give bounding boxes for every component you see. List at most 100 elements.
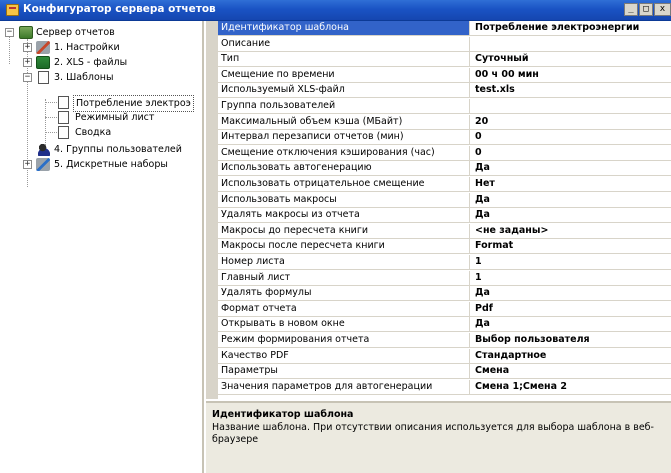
document-icon	[58, 96, 69, 109]
property-value[interactable]: Format	[472, 239, 671, 253]
expand-toggle[interactable]: +	[23, 43, 32, 52]
property-name: Удалять формулы	[218, 286, 470, 301]
collapse-toggle[interactable]: −	[23, 73, 32, 82]
property-value[interactable]: 1	[472, 271, 671, 285]
tree-pane: − Сервер отчетов + 1. Настройки + 2. XLS…	[0, 21, 204, 473]
property-name: Идентификатор шаблона	[218, 21, 470, 35]
maximize-button[interactable]: □	[639, 3, 653, 16]
property-name: Формат отчета	[218, 301, 470, 316]
expand-toggle[interactable]: +	[23, 58, 32, 67]
property-name: Используемый XLS-файл	[218, 83, 470, 98]
property-name: Режим формирования отчета	[218, 333, 470, 347]
property-row[interactable]: Параметры Смена	[218, 364, 671, 380]
property-row[interactable]: Использовать автогенерацию Да	[218, 161, 671, 177]
property-name: Смещение отключения кэширования (час)	[218, 145, 470, 160]
property-row[interactable]: Смещение отключения кэширования (час) 0	[218, 145, 671, 161]
property-value[interactable]	[472, 37, 671, 51]
property-value[interactable]: Суточный	[472, 52, 671, 66]
property-row[interactable]: Значения параметров для автогенерации Сме…	[218, 379, 671, 395]
tree-item-discrete-sets[interactable]: + 5. Дискретные наборы	[0, 157, 200, 172]
property-grid-empty-area	[218, 396, 671, 399]
tree-item-label: Режимный лист	[75, 112, 155, 123]
property-row[interactable]: Описание	[218, 36, 671, 52]
tree-item-label: 4. Группы пользователей	[54, 144, 182, 155]
property-name: Группа пользователей	[218, 99, 470, 113]
property-name: Макросы после пересчета книги	[218, 239, 470, 254]
property-row[interactable]: Использовать отрицательное смещение Нет	[218, 177, 671, 192]
window-title: Конфигуратор сервера отчетов	[23, 3, 216, 15]
tree-item-templates[interactable]: − 3. Шаблоны	[0, 70, 200, 85]
property-row[interactable]: Качество PDF Стандартное	[218, 348, 671, 364]
description-pane: Идентификатор шаблона Название шаблона. …	[206, 401, 671, 473]
property-row[interactable]: Максимальный объем кэша (МБайт) 20	[218, 114, 671, 130]
property-value[interactable]: Смена	[472, 364, 671, 378]
property-value[interactable]: Выбор пользователя	[472, 333, 671, 347]
tree-item-settings[interactable]: + 1. Настройки	[0, 40, 200, 55]
document-icon	[58, 111, 69, 124]
document-icon	[38, 71, 49, 84]
property-value[interactable]: Да	[472, 161, 671, 175]
expand-toggle[interactable]: +	[23, 160, 32, 169]
property-row[interactable]: Макросы после пересчета книги Format	[218, 239, 671, 255]
collapse-toggle[interactable]: −	[5, 28, 14, 37]
property-value[interactable]: 1	[472, 255, 671, 269]
property-name: Параметры	[218, 364, 470, 379]
property-value[interactable]: Да	[472, 317, 671, 331]
property-row[interactable]: Главный лист 1	[218, 270, 671, 286]
property-name: Максимальный объем кэша (МБайт)	[218, 114, 470, 129]
property-row[interactable]: Номер листа 1	[218, 255, 671, 270]
property-value[interactable]: Нет	[472, 177, 671, 191]
tree-item-label: 5. Дискретные наборы	[54, 159, 168, 170]
property-name: Смещение по времени	[218, 67, 470, 82]
property-value[interactable]: Да	[472, 193, 671, 207]
property-row[interactable]: Открывать в новом окне Да	[218, 317, 671, 333]
app-icon	[6, 4, 19, 16]
property-row[interactable]: Удалять макросы из отчета Да	[218, 208, 671, 224]
property-row[interactable]: Группа пользователей	[218, 99, 671, 114]
property-row[interactable]: Тип Суточный	[218, 52, 671, 68]
tree-item-template-mode-sheet[interactable]: Режимный лист	[0, 110, 200, 125]
property-name: Использовать отрицательное смещение	[218, 177, 470, 191]
property-value[interactable]: Стандартное	[472, 349, 671, 363]
property-row[interactable]: Идентификатор шаблона Потребление электро…	[218, 21, 671, 36]
document-icon	[58, 126, 69, 139]
property-value[interactable]: test.xls	[472, 83, 671, 97]
property-value[interactable]: Потребление электроэнергии	[472, 21, 671, 35]
property-row[interactable]: Удалять формулы Да	[218, 286, 671, 302]
property-row[interactable]: Формат отчета Pdf	[218, 301, 671, 317]
property-value[interactable]: Смена 1;Смена 2	[472, 380, 671, 394]
property-value[interactable]: Да	[472, 208, 671, 222]
users-icon	[37, 143, 51, 156]
minimize-button[interactable]: _	[624, 3, 638, 16]
property-row[interactable]: Режим формирования отчета Выбор пользоват…	[218, 333, 671, 348]
property-name: Удалять макросы из отчета	[218, 208, 470, 223]
property-row[interactable]: Используемый XLS-файл test.xls	[218, 83, 671, 99]
property-value[interactable]: Pdf	[472, 302, 671, 316]
property-value[interactable]: <не заданы>	[472, 224, 671, 238]
tree-item-label: 3. Шаблоны	[54, 72, 114, 83]
property-value[interactable]: 20	[472, 115, 671, 129]
tree-item-user-groups[interactable]: 4. Группы пользователей	[0, 142, 200, 157]
property-row[interactable]: Использовать макросы Да	[218, 192, 671, 208]
property-name: Главный лист	[218, 270, 470, 285]
property-name: Качество PDF	[218, 348, 470, 363]
property-value[interactable]	[472, 99, 671, 113]
tree-item-root[interactable]: − Сервер отчетов	[0, 25, 200, 40]
tree-item-template-summary[interactable]: Сводка	[0, 125, 200, 140]
property-row[interactable]: Макросы до пересчета книги <не заданы>	[218, 223, 671, 239]
tree-item-template-power[interactable]: Потребление электроэ	[0, 95, 200, 112]
close-button[interactable]: x	[654, 3, 671, 16]
property-row[interactable]: Интервал перезаписи отчетов (мин) 0	[218, 130, 671, 146]
property-name: Открывать в новом окне	[218, 317, 470, 332]
tree-item-xls-files[interactable]: + 2. XLS - файлы	[0, 55, 200, 70]
property-name: Макросы до пересчета книги	[218, 223, 470, 238]
property-value[interactable]: 00 ч 00 мин	[472, 68, 671, 82]
property-value[interactable]: 0	[472, 130, 671, 144]
property-value[interactable]: Да	[472, 286, 671, 300]
description-text: Название шаблона. При отсутствии описани…	[212, 422, 654, 445]
property-row[interactable]: Смещение по времени 00 ч 00 мин	[218, 67, 671, 83]
property-name: Использовать автогенерацию	[218, 161, 470, 176]
property-name: Интервал перезаписи отчетов (мин)	[218, 130, 470, 145]
property-name: Значения параметров для автогенерации	[218, 379, 470, 394]
property-value[interactable]: 0	[472, 146, 671, 160]
